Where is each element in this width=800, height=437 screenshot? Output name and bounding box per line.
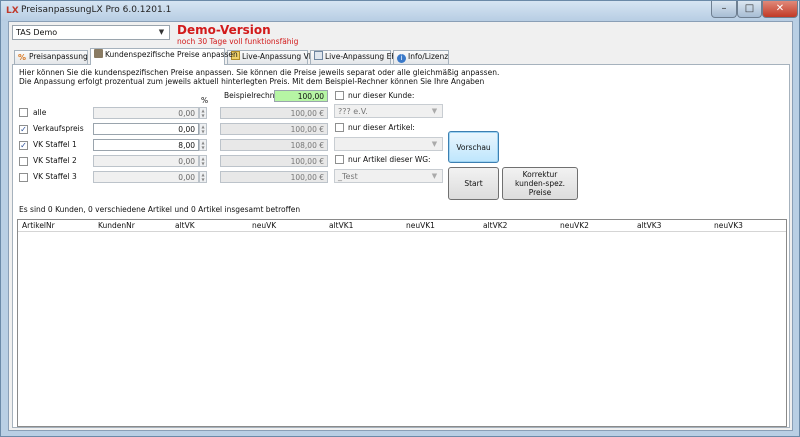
group-select-value: _Test [338,172,358,181]
info-icon: i [397,54,406,63]
chevron-down-icon: ▼ [158,28,165,36]
label-nur-artikel-dieser-wg: nur Artikel dieser WG: [348,155,431,164]
checkbox-vk-staffel-3[interactable] [19,173,28,182]
checkbox-nur-dieser-kunde[interactable] [335,91,344,100]
chevron-down-icon: ▼ [431,107,438,115]
close-icon: ✕ [775,3,785,14]
checkbox-alle[interactable] [19,108,28,117]
tab-strip: % Preisanpassung Kundenspezifische Preise… [12,48,792,65]
label-vk-staffel-3: VK Staffel 3 [33,172,77,181]
close-button[interactable]: ✕ [762,1,798,18]
column-header-neuvk3[interactable]: neuVK3 [714,221,743,230]
app-window: LX PreisanpassungLX Pro 6.0.1201.1 – □ ✕… [0,0,800,437]
example-result-vk-staffel-2: 100,00 € [220,155,328,167]
label-vk-staffel-1: VK Staffel 1 [33,140,77,149]
tab-label: Preisanpassung [29,52,88,61]
percent-icon: % [18,53,27,62]
label-nur-dieser-artikel: nur dieser Artikel: [348,123,415,132]
tab-kundenspezifische-preise[interactable]: Kundenspezifische Preise anpassen [90,48,238,65]
status-text: Es sind 0 Kunden, 0 verschiedene Artikel… [19,205,301,214]
company-select[interactable]: TAS Demo ▼ [12,25,170,40]
customer-select-value: ??? e.V. [338,107,368,116]
column-header-altvk2[interactable]: altVK2 [483,221,507,230]
example-result-alle: 100,00 € [220,107,328,119]
table-icon [314,51,323,60]
demo-title: Demo-Version [177,23,271,37]
checkbox-vk-staffel-1[interactable]: ✓ [19,141,28,150]
article-select[interactable]: ▼ [334,137,443,151]
example-result-vk-staffel-1: 108,00 € [220,139,328,151]
preview-button[interactable]: Vorschau [448,131,499,163]
client-area: TAS Demo ▼ Demo-Version noch 30 Tage vol… [8,21,793,431]
column-header-altvk1[interactable]: altVK1 [329,221,353,230]
info-text-line-1: Hier können Sie die kundenspezifischen P… [19,68,500,77]
checkbox-vk-staffel-2[interactable] [19,157,28,166]
title-bar[interactable]: LX PreisanpassungLX Pro 6.0.1201.1 – □ ✕ [1,1,799,21]
column-header-neuvk2[interactable]: neuVK2 [560,221,589,230]
company-select-value: TAS Demo [16,28,58,37]
chevron-down-icon: ▼ [431,140,438,148]
percent-input-alle[interactable]: 0,00 [93,107,199,119]
label-vk-staffel-2: VK Staffel 2 [33,156,77,165]
percent-spinner-alle[interactable]: ▲ ▼ [199,107,207,119]
label-nur-dieser-kunde: nur dieser Kunde: [348,91,415,100]
start-button[interactable]: Start [448,167,499,200]
label-alle: alle [33,108,47,117]
label-verkaufspreis: Verkaufspreis [33,124,84,133]
percent-input-verkaufspreis[interactable]: 0,00 [93,123,199,135]
tab-live-anpassung-ek[interactable]: Live-Anpassung EK [310,50,396,64]
column-header-artikelnr[interactable]: ArtikelNr [22,221,55,230]
percent-input-vk-staffel-2[interactable]: 0,00 [93,155,199,167]
maximize-button[interactable]: □ [737,1,762,18]
tab-preisanpassung[interactable]: % Preisanpassung [14,50,88,64]
percent-input-vk-staffel-1[interactable]: 8,00 [93,139,199,151]
minimize-icon: – [721,3,727,14]
chevron-down-icon: ▼ [431,172,438,180]
percent-input-vk-staffel-3[interactable]: 0,00 [93,171,199,183]
tab-label: Info/Lizenz [408,52,449,61]
column-header-kundennr[interactable]: KundenNr [98,221,135,230]
demo-subtitle: noch 30 Tage voll funktionsfähig [177,37,299,46]
tab-label: Kundenspezifische Preise anpassen [105,50,238,59]
column-header-altvk3[interactable]: altVK3 [637,221,661,230]
app-logo-icon: LX [6,6,19,16]
example-input[interactable]: 100,00 [274,90,328,102]
percent-spinner-verkaufspreis[interactable]: ▲ ▼ [199,123,207,135]
group-select[interactable]: _Test ▼ [334,169,443,183]
percent-spinner-vk-staffel-3[interactable]: ▲ ▼ [199,171,207,183]
info-text-line-2: Die Anpassung erfolgt prozentual zum jew… [19,77,485,86]
checkbox-verkaufspreis[interactable]: ✓ [19,125,28,134]
window-title: PreisanpassungLX Pro 6.0.1201.1 [21,5,172,15]
tab-live-anpassung-vk[interactable]: Live-Anpassung VK [227,50,314,64]
results-grid[interactable]: ArtikelNr KundenNr altVK neuVK altVK1 ne… [17,219,787,427]
correction-button[interactable]: Korrektur kunden-spez. Preise [502,167,578,200]
customer-icon [94,49,103,58]
column-header-altvk[interactable]: altVK [175,221,195,230]
tab-label: Live-Anpassung EK [325,52,397,61]
tab-panel-kundenspezifische-preise: Hier können Sie die kundenspezifischen P… [12,64,790,428]
checkbox-nur-dieser-artikel[interactable] [335,123,344,132]
percent-spinner-vk-staffel-1[interactable]: ▲ ▼ [199,139,207,151]
minimize-button[interactable]: – [711,1,737,18]
column-header-neuvk[interactable]: neuVK [252,221,276,230]
maximize-icon: □ [744,3,755,14]
tab-info-lizenz[interactable]: i Info/Lizenz [393,50,449,64]
percent-spinner-vk-staffel-2[interactable]: ▲ ▼ [199,155,207,167]
example-result-vk-staffel-3: 100,00 € [220,171,328,183]
tab-label: Live-Anpassung VK [242,52,314,61]
column-header-neuvk1[interactable]: neuVK1 [406,221,435,230]
checkbox-nur-artikel-dieser-wg[interactable] [335,155,344,164]
percent-header: % [201,96,209,105]
grid-header: ArtikelNr KundenNr altVK neuVK altVK1 ne… [18,220,786,232]
customer-select[interactable]: ??? e.V. ▼ [334,104,443,118]
example-result-verkaufspreis: 100,00 € [220,123,328,135]
